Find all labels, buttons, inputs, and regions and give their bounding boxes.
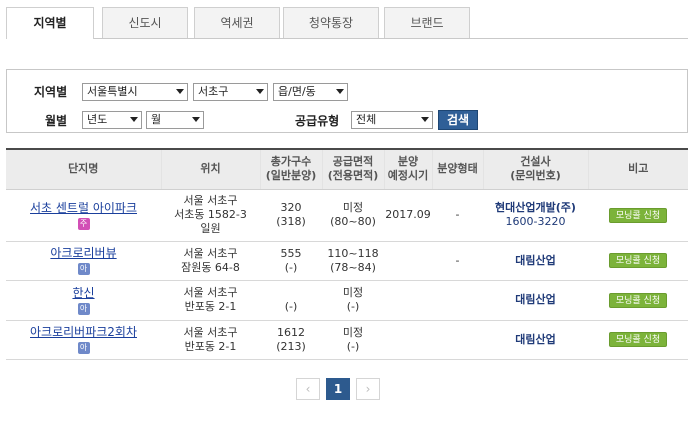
table-row: 아크로리버파크2회차 아 서울 서초구 반포동 2-1 1612 (213) 미정(… (6, 320, 688, 360)
year-select[interactable]: 년도 (82, 111, 142, 129)
page-1-button[interactable]: 1 (326, 378, 350, 400)
supply-type-label: 공급유형 (295, 114, 340, 128)
morning-call-button[interactable]: 모닝콜 신청 (609, 292, 667, 308)
city-select[interactable]: 서울특별시 (82, 83, 188, 101)
cell-area: 110~118 (78~84) (322, 241, 384, 281)
header-area: 공급면적 (전용면적) (321, 149, 384, 190)
cell-sale-type (432, 320, 483, 360)
tab-bar: 지역별 신도시 역세권 청약통장 브랜드 (6, 7, 688, 39)
header-note: 비고 (587, 149, 688, 190)
cell-sale-type: - (432, 189, 483, 242)
cell-note: 모닝콜 신청 (588, 320, 688, 360)
table-header-row: 단지명 위치 총가구수 (일반분양) 공급면적 (전용면적) 분양 예정시기 분양형태… (6, 149, 688, 190)
tab-new-town[interactable]: 신도시 (102, 7, 188, 38)
header-sale-type: 분양형태 (431, 149, 483, 190)
morning-call-button[interactable]: 모닝콜 신청 (609, 253, 667, 268)
supply-type-select-value: 전체 (356, 113, 377, 126)
month-select[interactable]: 월 (146, 111, 204, 129)
complex-name-link[interactable]: 아크로리버뷰 (50, 246, 116, 260)
tab-brand[interactable]: 브랜드 (384, 7, 470, 38)
search-filter-panel: 지역별 서울특별시 서초구 읍/면/동 월별 년도 월 공급유형 전체 검색 (6, 69, 688, 133)
cell-name: 아크로리버뷰 아 (6, 241, 161, 281)
district-select-value: 서초구 (198, 85, 229, 98)
cell-location: 서울 서초구 반포동 2-1 (161, 320, 260, 360)
cell-area: 미정 (-) (322, 320, 384, 360)
cell-sale-type (432, 280, 483, 321)
cell-area: 미정 (80~80) (322, 189, 384, 242)
cell-location: 서울 서초구 잠원동 64-8 (161, 241, 260, 281)
cell-sale-time (384, 280, 432, 321)
housing-type-badge: 주 (77, 217, 90, 230)
city-select-value: 서울특별시 (87, 85, 138, 98)
cell-name: 아크로리버파크2회차 아 (6, 320, 161, 360)
housing-type-badge: 아 (77, 302, 90, 315)
complex-name-link[interactable]: 한신 (72, 286, 94, 300)
header-location: 위치 (160, 149, 260, 190)
month-select-value: 월 (151, 113, 162, 126)
chevron-down-icon (421, 117, 429, 122)
cell-sale-type: - (432, 241, 483, 281)
table-row: 한신 아 서울 서초구 반포동 2-1 (-) 미정 (-) 대림산업 모닝콜 신청 (6, 280, 688, 321)
cell-location: 서울 서초구 반포동 2-1 (161, 280, 260, 321)
housing-type-badge: 아 (77, 342, 90, 354)
region-filter-label: 지역별 (34, 85, 68, 99)
tab-station-area[interactable]: 역세권 (194, 7, 280, 38)
cell-note: 모닝콜 신청 (588, 241, 688, 281)
cell-sale-time (384, 241, 432, 281)
results-table: 단지명 위치 총가구수 (일반분양) 공급면적 (전용면적) 분양 예정시기 분양형태… (6, 148, 688, 360)
cell-units: 1612 (213) (260, 320, 322, 360)
chevron-down-icon (336, 89, 344, 94)
cell-area: 미정 (-) (322, 280, 384, 321)
cell-location: 서울 서초구 서초동 1582-3 일원 (161, 189, 260, 242)
cell-note: 모닝콜 신청 (588, 280, 688, 321)
cell-name: 한신 아 (6, 280, 161, 321)
morning-call-button[interactable]: 모닝콜 신청 (609, 207, 667, 223)
tab-divider (6, 38, 688, 39)
supply-type-select[interactable]: 전체 (351, 111, 433, 129)
cell-note: 모닝콜 신청 (588, 189, 688, 242)
prev-page-button[interactable]: ‹ (296, 378, 320, 400)
table-row: 서초 센트럴 아이파크 주 서울 서초구 서초동 1582-3 일원 320 (318… (6, 189, 688, 242)
month-filter-label: 월별 (45, 114, 68, 128)
cell-sale-time: 2017.09 (384, 189, 432, 242)
year-select-value: 년도 (87, 113, 108, 126)
next-page-button[interactable]: › (356, 378, 380, 400)
header-builder: 건설사 (문의번호) (482, 149, 588, 190)
town-select[interactable]: 읍/면/동 (273, 83, 348, 101)
tab-subscription-account[interactable]: 청약통장 (283, 7, 379, 38)
cell-units: (-) (260, 280, 322, 321)
cell-builder: 대림산업 (483, 280, 588, 321)
cell-builder: 대림산업 (483, 241, 588, 281)
cell-sale-time (384, 320, 432, 360)
town-select-value: 읍/면/동 (278, 85, 316, 98)
header-units: 총가구수 (일반분양) (259, 149, 322, 190)
chevron-down-icon (256, 89, 264, 94)
table-row: 아크로리버뷰 아 서울 서초구 잠원동 64-8 555 (-) 110~118 (7… (6, 241, 688, 281)
header-sale-time: 분양 예정시기 (383, 149, 432, 190)
cell-builder: 현대산업개발(주) 1600-3220 (483, 189, 588, 242)
search-button[interactable]: 검색 (438, 110, 478, 130)
housing-type-badge: 아 (77, 263, 90, 275)
tab-region[interactable]: 지역별 (6, 7, 94, 39)
cell-units: 320 (318) (260, 189, 322, 242)
chevron-down-icon (130, 117, 138, 122)
cell-units: 555 (-) (260, 241, 322, 281)
header-name: 단지명 (6, 149, 161, 190)
chevron-down-icon (192, 117, 200, 122)
complex-name-link[interactable]: 서초 센트럴 아이파크 (30, 201, 137, 215)
cell-builder: 대림산업 (483, 320, 588, 360)
morning-call-button[interactable]: 모닝콜 신청 (609, 332, 667, 347)
district-select[interactable]: 서초구 (193, 83, 268, 101)
chevron-down-icon (176, 89, 184, 94)
complex-name-link[interactable]: 아크로리버파크2회차 (30, 325, 137, 339)
cell-name: 서초 센트럴 아이파크 주 (6, 189, 161, 242)
